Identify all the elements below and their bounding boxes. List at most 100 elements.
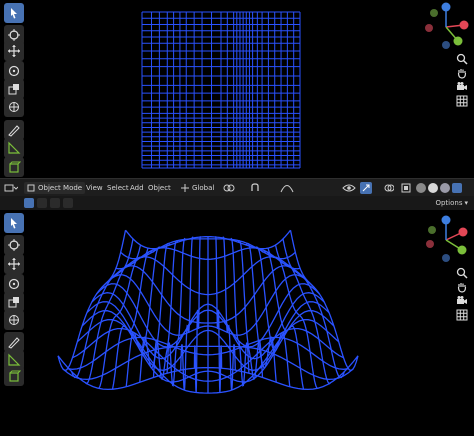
pencil-icon bbox=[8, 337, 20, 349]
options-dropdown[interactable]: Options ▾ bbox=[435, 197, 468, 209]
plane-wireframe bbox=[141, 11, 301, 169]
options-label: Options bbox=[435, 199, 463, 207]
move-tool[interactable] bbox=[4, 254, 24, 274]
eye-icon bbox=[342, 184, 356, 192]
orientation-icon bbox=[181, 184, 189, 192]
navigation-gizmo-bottom[interactable] bbox=[420, 214, 472, 266]
proportional-edit-toggle[interactable] bbox=[280, 182, 294, 194]
menu-view[interactable]: View bbox=[84, 182, 105, 194]
cursor-arrow-icon bbox=[11, 8, 17, 19]
surface-wireframe bbox=[57, 229, 359, 394]
camera-view-button-top[interactable] bbox=[454, 80, 470, 94]
add-cube-icon bbox=[9, 161, 21, 173]
ruler-icon bbox=[8, 353, 21, 366]
falloff-icon bbox=[280, 185, 294, 193]
move-tool[interactable] bbox=[4, 41, 24, 61]
move-icon bbox=[8, 258, 20, 270]
zoom-icon bbox=[456, 267, 468, 279]
grid-view-button-top[interactable] bbox=[454, 94, 470, 108]
camera-icon bbox=[457, 296, 467, 304]
select-box-tool[interactable] bbox=[4, 3, 24, 23]
overlay-icon bbox=[384, 184, 394, 192]
xray-toggle[interactable] bbox=[401, 182, 411, 194]
surface-wire bbox=[70, 238, 134, 379]
crosshair-icon bbox=[8, 239, 20, 251]
orientation-dropdown[interactable]: Global bbox=[180, 182, 214, 194]
transform-icon bbox=[9, 315, 19, 325]
scale-icon bbox=[8, 297, 19, 308]
navigation-gizmo-top[interactable] bbox=[420, 1, 472, 53]
rotate-tool[interactable] bbox=[4, 274, 24, 294]
camera-icon bbox=[457, 82, 467, 90]
scale-tool[interactable] bbox=[4, 79, 24, 99]
pan-button-top[interactable] bbox=[454, 66, 470, 80]
menu-object[interactable]: Object bbox=[146, 182, 173, 194]
rotate-tool[interactable] bbox=[4, 61, 24, 81]
select-box-tool[interactable] bbox=[4, 213, 24, 233]
cursor-tool[interactable] bbox=[4, 235, 24, 255]
add-cube-tool[interactable] bbox=[4, 366, 24, 386]
pivot-icon bbox=[223, 184, 235, 192]
annotate-tool[interactable] bbox=[4, 120, 24, 140]
surface-wire bbox=[289, 230, 359, 372]
add-cube-icon bbox=[9, 370, 21, 382]
visibility-dropdown[interactable] bbox=[342, 182, 356, 194]
zoom-button-top[interactable] bbox=[454, 52, 470, 66]
camera-view-button-bottom[interactable] bbox=[454, 294, 470, 308]
xray-icon bbox=[401, 183, 411, 193]
ruler-icon bbox=[8, 141, 21, 154]
cursor-arrow-icon bbox=[11, 218, 17, 229]
annotate-tool[interactable] bbox=[4, 332, 24, 352]
menu-add[interactable]: Add bbox=[128, 182, 146, 194]
gizmo-icon bbox=[362, 184, 370, 192]
surface-wire bbox=[57, 230, 127, 372]
rotate-icon bbox=[8, 65, 20, 77]
orientation-label: Global bbox=[192, 184, 215, 192]
hand-icon bbox=[457, 69, 467, 79]
editor-type-icon bbox=[4, 184, 18, 192]
zoom-button-bottom[interactable] bbox=[454, 266, 470, 280]
editor-type-button[interactable] bbox=[4, 182, 18, 194]
transform-tool[interactable] bbox=[4, 310, 24, 330]
pivot-dropdown[interactable] bbox=[222, 182, 236, 194]
add-cube-tool[interactable] bbox=[4, 157, 24, 177]
viewport-header: Object Mode View Select Add Object Globa… bbox=[0, 178, 474, 197]
mode-dropdown[interactable]: Object Mode bbox=[24, 182, 86, 194]
scale-tool[interactable] bbox=[4, 292, 24, 312]
viewport-bottom[interactable] bbox=[0, 210, 474, 436]
transform-tool[interactable] bbox=[4, 97, 24, 117]
pencil-icon bbox=[8, 125, 20, 137]
menu-select[interactable]: Select bbox=[105, 182, 131, 194]
mode-label: Object Mode bbox=[38, 184, 83, 192]
zoom-icon bbox=[456, 53, 468, 65]
shading-wireframe-button[interactable] bbox=[416, 183, 426, 193]
move-icon bbox=[8, 45, 20, 57]
object-mode-icon bbox=[27, 184, 35, 192]
select-mode-invert[interactable] bbox=[63, 198, 73, 208]
viewport-top[interactable] bbox=[0, 0, 474, 178]
snap-toggle[interactable] bbox=[250, 182, 264, 194]
surface-wire bbox=[252, 246, 291, 387]
snap-icon bbox=[251, 183, 259, 191]
scale-icon bbox=[8, 84, 19, 95]
shading-material-button[interactable] bbox=[440, 183, 450, 193]
gizmo-toggle[interactable] bbox=[360, 182, 372, 194]
transform-icon bbox=[9, 102, 19, 112]
surface-wire bbox=[282, 238, 346, 379]
shading-solid-button[interactable] bbox=[428, 183, 438, 193]
pan-button-bottom[interactable] bbox=[454, 280, 470, 294]
crosshair-icon bbox=[8, 29, 20, 41]
overlay-toggle[interactable] bbox=[384, 182, 394, 194]
tool-settings-bar: Options ▾ bbox=[0, 196, 474, 210]
measure-tool[interactable] bbox=[4, 138, 24, 158]
surface-wire bbox=[125, 246, 164, 387]
shading-rendered-button[interactable] bbox=[452, 183, 462, 193]
select-mode-extend[interactable] bbox=[37, 198, 47, 208]
rotate-icon bbox=[8, 278, 20, 290]
grid-view-button-bottom[interactable] bbox=[454, 308, 470, 322]
hand-icon bbox=[457, 283, 467, 293]
select-mode-new[interactable] bbox=[24, 198, 34, 208]
grid-icon bbox=[456, 309, 468, 321]
select-mode-subtract[interactable] bbox=[50, 198, 60, 208]
grid-icon bbox=[456, 95, 468, 107]
